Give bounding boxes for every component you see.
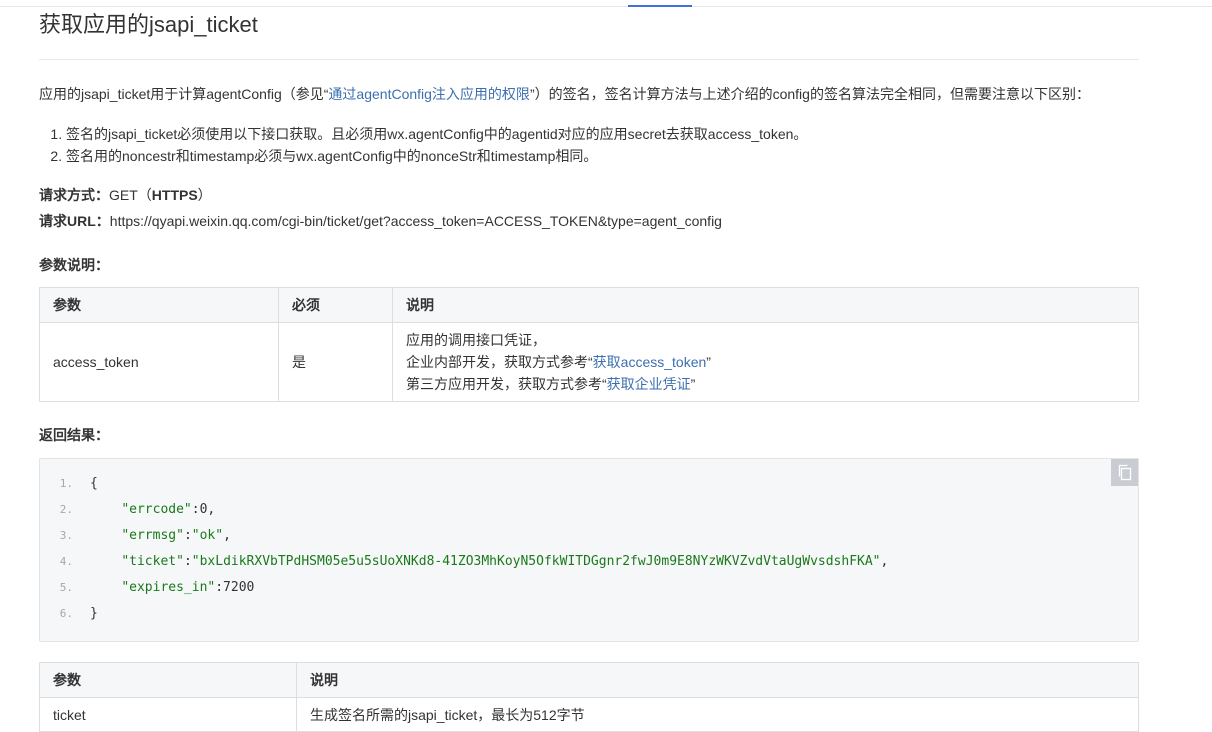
- rule-item-1: 签名的jsapi_ticket必须使用以下接口获取。且必须用wx.agentCo…: [66, 123, 807, 145]
- param-desc-line3-suffix: ”: [690, 376, 696, 392]
- return-params-table: 参数 说明 ticket 生成签名所需的jsapi_ticket，最长为512字…: [39, 662, 1139, 732]
- params-heading: 参数说明：: [39, 257, 109, 273]
- param-desc-line2-suffix: ”: [706, 354, 711, 370]
- request-method-close: ）: [197, 187, 212, 203]
- code-token: :: [183, 528, 192, 543]
- params-header-row: 参数 必须 说明: [39, 287, 1139, 323]
- code-line: 2. "errcode":0,: [40, 497, 216, 523]
- code-block: 1.{ 2. "errcode":0, 3. "errmsg":"ok", 4.…: [39, 458, 1139, 642]
- request-url-value: https://qyapi.weixin.qq.com/cgi-bin/tick…: [109, 213, 722, 229]
- line-number: 3.: [59, 529, 73, 542]
- get-access-token-link[interactable]: 获取access_token: [593, 354, 707, 370]
- code-line: 6.}: [40, 601, 98, 627]
- request-method-value: GET（: [109, 187, 152, 203]
- param-desc-line3-prefix: 第三方应用开发，获取方式参考“: [406, 376, 607, 392]
- rules-list: 签名的jsapi_ticket必须使用以下接口获取。且必须用wx.agentCo…: [39, 123, 807, 167]
- code-token: "expires_in": [121, 580, 216, 595]
- param-desc-line2-prefix: 企业内部开发，获取方式参考“: [406, 354, 593, 370]
- code-token: "ticket": [121, 554, 184, 569]
- param-desc-line1: 应用的调用接口凭证，: [406, 332, 546, 348]
- code-token: ,: [880, 554, 889, 569]
- param-name-cell: access_token: [39, 322, 279, 402]
- code-token: :7200: [215, 580, 255, 595]
- copy-icon: [1118, 464, 1131, 481]
- code-line: 5. "expires_in":7200: [40, 575, 255, 601]
- params-table: 参数 必须 说明 access_token 是 应用的调用接口凭证， 企业内部开…: [39, 287, 1139, 402]
- intro-text-after: ”）的签名，签名计算方法与上述介绍的config的签名算法完全相同，但需要注意以…: [529, 86, 1090, 102]
- result-heading: 返回结果：: [39, 427, 109, 443]
- line-number: 1.: [59, 477, 73, 490]
- params-header-required: 必须: [278, 287, 393, 323]
- param-desc-cell: 应用的调用接口凭证， 企业内部开发，获取方式参考“获取access_token”…: [392, 322, 1139, 402]
- param-required-cell: 是: [278, 322, 393, 402]
- param-desc-line3: 第三方应用开发，获取方式参考“获取企业凭证”: [406, 373, 1125, 395]
- code-token: ,: [223, 528, 231, 543]
- code-token: "ok": [191, 528, 224, 543]
- code-line: 1. {: [40, 471, 98, 497]
- agentconfig-permission-link[interactable]: 通过agentConfig注入应用的权限: [328, 86, 530, 102]
- line-number: 4.: [59, 555, 73, 568]
- intro-text-before: 应用的jsapi_ticket用于计算agentConfig（参见“: [39, 86, 329, 102]
- code-token: "bxLdikRXVbTPdHSM05e5u5sUoXNKd8-41ZO3MhK…: [191, 554, 881, 569]
- rule-item-2: 签名用的noncestr和timestamp必须与wx.agentConfig中…: [66, 145, 807, 167]
- request-method-label: 请求方式：: [39, 187, 109, 203]
- table-row: access_token 是 应用的调用接口凭证， 企业内部开发，获取方式参考“…: [39, 322, 1139, 402]
- active-tab-indicator: [628, 5, 692, 7]
- code-token: "errcode": [121, 502, 192, 517]
- copy-button[interactable]: [1111, 459, 1138, 486]
- get-corp-credential-link[interactable]: 获取企业凭证: [607, 376, 691, 392]
- request-method: 请求方式：GET（HTTPS）: [39, 185, 212, 205]
- code-token: "errmsg": [121, 528, 184, 543]
- request-url: 请求URL：https://qyapi.weixin.qq.com/cgi-bi…: [39, 211, 722, 231]
- title-divider: [39, 59, 1139, 60]
- code-token: {: [90, 476, 98, 491]
- params-header-desc: 说明: [392, 287, 1139, 323]
- return-header-desc: 说明: [296, 662, 1139, 698]
- return-params-header-row: 参数 说明: [39, 662, 1139, 698]
- code-token: :0,: [191, 502, 216, 517]
- line-number: 5.: [59, 581, 73, 594]
- params-header-param: 参数: [39, 287, 279, 323]
- intro-paragraph: 应用的jsapi_ticket用于计算agentConfig（参见“通过agen…: [39, 84, 1090, 104]
- param-desc-line2: 企业内部开发，获取方式参考“获取access_token”: [406, 351, 1125, 373]
- line-number: 6.: [59, 607, 73, 620]
- code-token: :: [183, 554, 192, 569]
- code-line: 4. "ticket":"bxLdikRXVbTPdHSM05e5u5sUoXN…: [40, 549, 889, 575]
- top-divider: [0, 6, 1212, 7]
- code-line: 3. "errmsg":"ok",: [40, 523, 231, 549]
- request-url-label: 请求URL：: [39, 213, 110, 229]
- return-header-param: 参数: [39, 662, 297, 698]
- page-title: 获取应用的jsapi_ticket: [39, 12, 258, 37]
- code-token: }: [90, 606, 98, 621]
- line-number: 2.: [59, 503, 73, 516]
- request-protocol: HTTPS: [151, 187, 198, 203]
